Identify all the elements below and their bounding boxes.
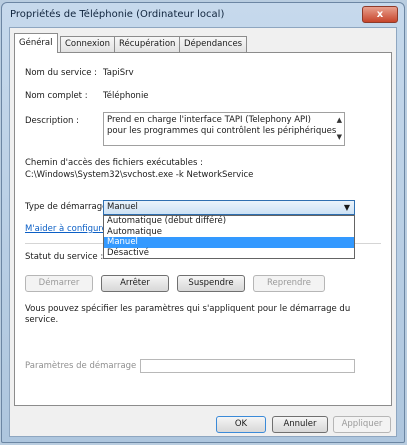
apply-button[interactable]: Appliquer <box>333 416 391 433</box>
close-icon: x <box>376 9 384 20</box>
dialog-client: Général Connexion Récupération Dépendanc… <box>9 27 397 437</box>
description-label: Description : <box>25 116 79 126</box>
tab-connexion[interactable]: Connexion <box>60 36 115 52</box>
resume-button[interactable]: Reprendre <box>253 275 325 292</box>
params-info-text: Vous pouvez spécifier les paramètres qui… <box>25 304 351 325</box>
service-name-label: Nom du service : <box>25 68 98 78</box>
cancel-button[interactable]: Annuler <box>272 416 328 433</box>
startup-option-delayed[interactable]: Automatique (début différé) <box>104 216 354 227</box>
startup-option-manual[interactable]: Manuel <box>104 237 354 248</box>
startup-type-label: Type de démarrage : <box>25 202 113 212</box>
properties-window: Propriétés de Téléphonie (Ordinateur loc… <box>1 2 405 443</box>
tab-dependances[interactable]: Dépendances <box>179 36 248 52</box>
ok-button[interactable]: OK <box>216 416 266 433</box>
tab-general[interactable]: Général <box>14 33 58 53</box>
path-label: Chemin d'accès des fichiers exécutables … <box>25 158 203 168</box>
display-name-label: Nom complet : <box>25 91 88 101</box>
description-line: Prend en charge l'interface TAPI (Teleph… <box>107 115 311 125</box>
startup-type-dropdown: Automatique (début différé) Automatique … <box>103 215 355 259</box>
scroll-down-icon[interactable]: ▼ <box>337 132 342 143</box>
params-input[interactable] <box>140 359 355 373</box>
close-button[interactable]: x <box>362 6 398 23</box>
startup-option-automatic[interactable]: Automatique <box>104 227 354 238</box>
tab-recuperation[interactable]: Récupération <box>114 36 181 52</box>
description-box[interactable]: Prend en charge l'interface TAPI (Teleph… <box>103 112 345 146</box>
scroll-up-icon[interactable]: ▲ <box>337 115 342 126</box>
startup-type-select[interactable]: Manuel ▼ <box>103 200 355 215</box>
start-button[interactable]: Démarrer <box>25 275 93 292</box>
display-name-value: Téléphonie <box>103 91 149 101</box>
window-title: Propriétés de Téléphonie (Ordinateur loc… <box>10 9 225 20</box>
path-value: C:\Windows\System32\svchost.exe -k Netwo… <box>25 170 254 180</box>
description-line: pour les programmes qui contrôlent les p… <box>107 126 337 136</box>
startup-type-selected: Manuel <box>107 202 138 212</box>
general-panel: Nom du service : TapiSrv Nom complet : T… <box>14 52 392 406</box>
chevron-down-icon[interactable]: ▼ <box>344 201 350 214</box>
service-name-value: TapiSrv <box>103 68 134 78</box>
pause-button[interactable]: Suspendre <box>177 275 245 292</box>
title-bar[interactable]: Propriétés de Téléphonie (Ordinateur loc… <box>2 3 404 27</box>
status-label: Statut du service : <box>25 252 104 262</box>
params-label: Paramètres de démarrage : <box>25 361 142 371</box>
startup-option-disabled[interactable]: Désactivé <box>104 248 354 259</box>
stop-button[interactable]: Arrêter <box>101 275 169 292</box>
